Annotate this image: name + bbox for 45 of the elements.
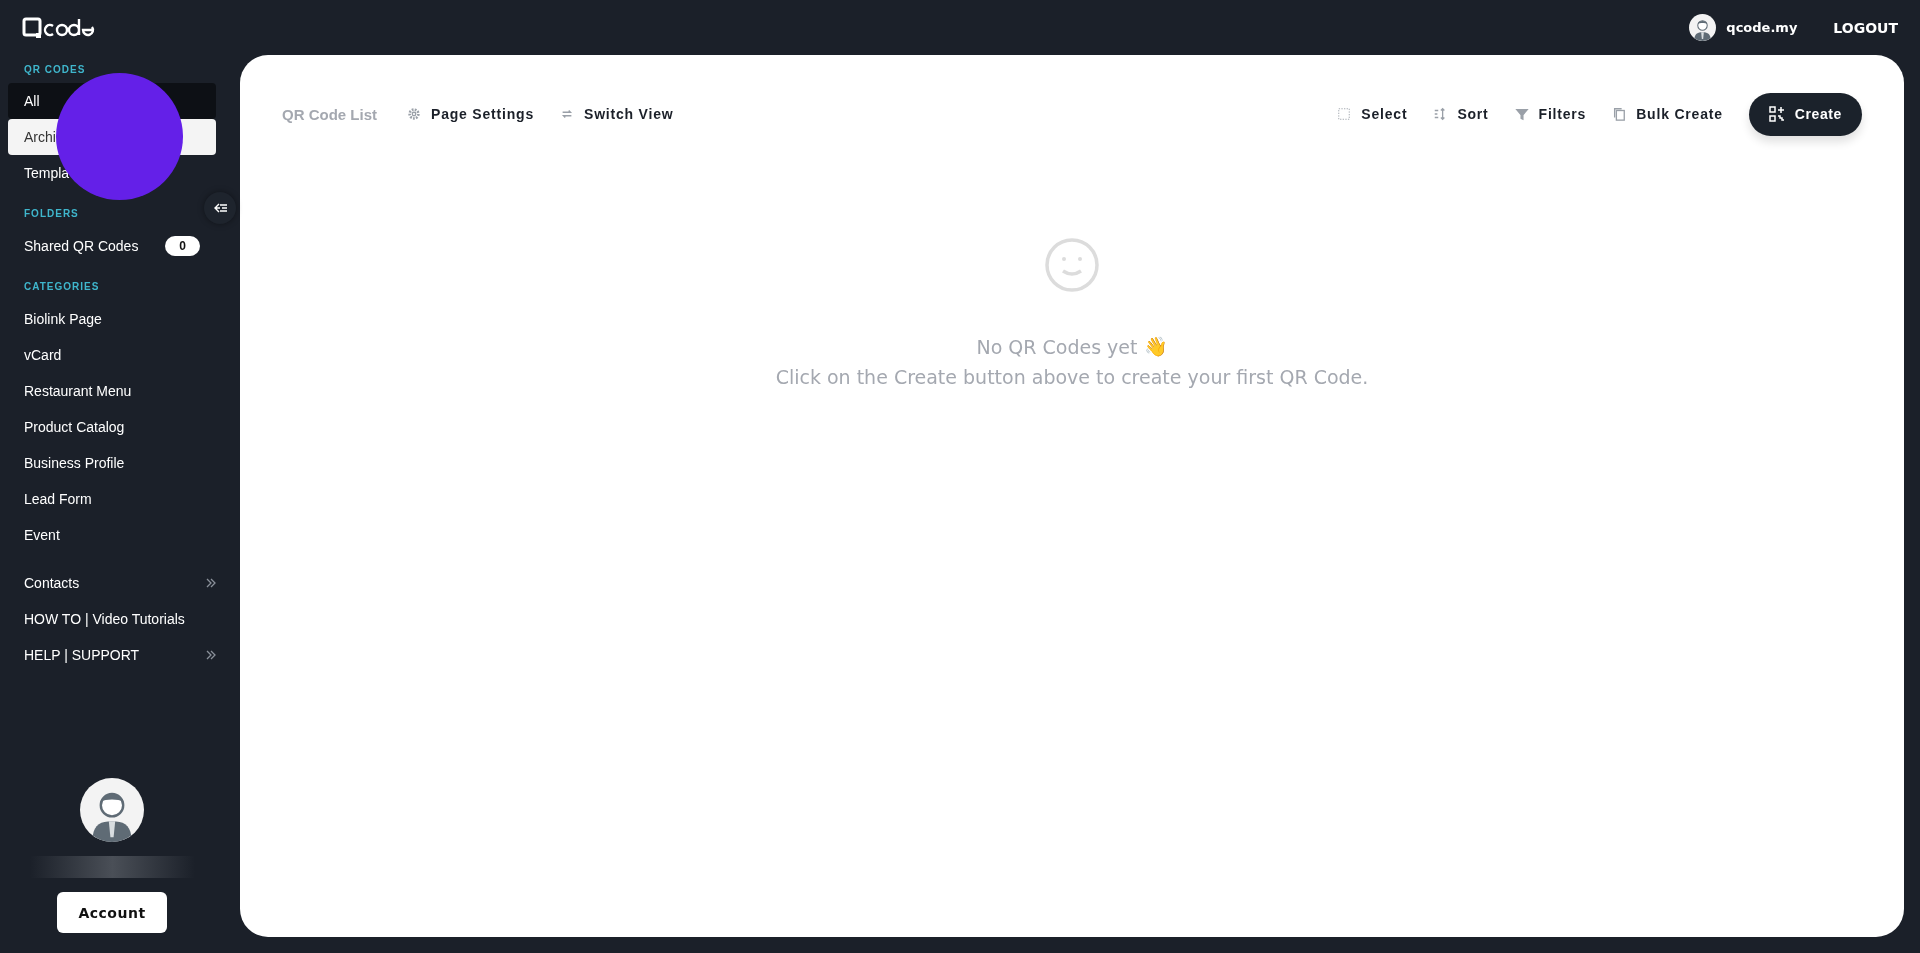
collapse-button[interactable] (204, 192, 236, 224)
double-chevron-icon (206, 578, 216, 588)
page-title: QR Code List (282, 105, 377, 123)
section-heading: QR CODES (24, 64, 86, 75)
user-name[interactable]: qcode.my (1726, 20, 1798, 35)
section-heading: FOLDERS (24, 208, 79, 219)
sidebar-item[interactable]: vCard (8, 337, 216, 373)
toolbar-button[interactable]: Sort (1433, 106, 1489, 122)
logout-link[interactable]: LOGOUT (1833, 19, 1898, 36)
smiley-icon (1044, 237, 1100, 293)
create-button[interactable]: Create (1748, 92, 1862, 136)
avatar-icon (1689, 14, 1717, 41)
sidebar-item[interactable]: Shared QR Codes 0 (8, 228, 216, 264)
toolbar-button[interactable]: Switch View (560, 106, 674, 122)
gear-icon (407, 107, 421, 121)
toolbar-button[interactable]: Filters (1514, 106, 1587, 122)
empty-title: No QR Codes yet (976, 335, 1138, 358)
swap-arrows-icon (560, 107, 574, 121)
sidebar-item[interactable]: Lead Form (8, 481, 216, 517)
toolbar-button[interactable]: Select (1337, 106, 1408, 122)
dotted-square-icon (1337, 107, 1352, 121)
copy-icon (1612, 107, 1627, 121)
account-button[interactable]: Account (57, 892, 167, 933)
sidebar-item[interactable]: Business Profile (8, 445, 216, 481)
item-label: Shared QR Codes (24, 238, 139, 254)
waving-hand-emoji: 👋 (1143, 335, 1168, 358)
link-label: HELP | SUPPORT (24, 647, 140, 663)
empty-message: Click on the Create button above to create your first QR Code. (775, 366, 1369, 388)
sidebar-link[interactable]: Contacts (8, 565, 232, 601)
count-badge: 0 (165, 236, 200, 256)
link-label: Contacts (24, 575, 80, 591)
qr-plus-icon (1768, 106, 1785, 122)
sidebar-item[interactable]: Event (8, 517, 216, 553)
toolbar-button[interactable]: Page Settings (407, 106, 534, 122)
section-heading: CATEGORIES (24, 281, 100, 292)
sidebar-link[interactable]: HOW TO | Video Tutorials (8, 601, 232, 637)
sidebar-item[interactable]: Biolink Page (8, 301, 216, 337)
double-chevron-icon (206, 650, 216, 660)
sidebar-link[interactable]: HELP | SUPPORT (8, 637, 232, 673)
collapse-icon (213, 203, 227, 213)
toolbar-button[interactable]: Bulk Create (1612, 106, 1723, 122)
avatar-icon (80, 778, 144, 842)
funnel-icon (1514, 107, 1529, 121)
sidebar-item[interactable]: Restaurant Menu (8, 373, 216, 409)
sidebar-item[interactable]: Product Catalog (8, 409, 216, 445)
